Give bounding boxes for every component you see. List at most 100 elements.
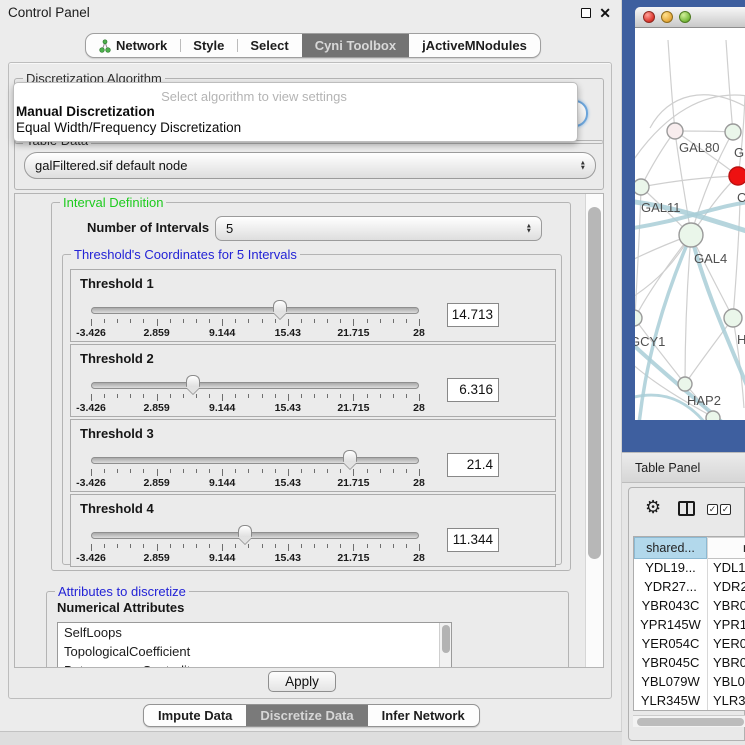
tab-select[interactable]: Select	[237, 34, 301, 57]
network-canvas[interactable]: GAL80G.CGAL11GAL4GCY1HHAP2	[635, 28, 745, 420]
node-label: GAL11	[641, 200, 681, 215]
cell-shared-name: YBL079W	[634, 674, 707, 689]
cell-name: YBR0	[713, 655, 745, 670]
dropdown-option-equal-width-frequency-discretization[interactable]: Equal Width/Frequency Discretization	[16, 120, 241, 135]
node-label: HAP2	[687, 393, 721, 408]
tab-style[interactable]: Style	[180, 34, 237, 57]
threshold-label: Threshold 2	[80, 351, 154, 366]
threshold-value-field[interactable]: 11.344	[447, 528, 499, 552]
network-icon	[99, 39, 111, 53]
slider-track[interactable]	[91, 457, 419, 464]
column-header-shared[interactable]: shared...	[634, 537, 707, 559]
tab-label: Select	[250, 38, 288, 53]
network-edge	[668, 40, 675, 131]
network-node[interactable]	[706, 411, 720, 420]
network-node-gcy1[interactable]	[635, 310, 642, 326]
cell-shared-name: YER054C	[634, 636, 707, 651]
table-panel-title: Table Panel	[635, 461, 700, 475]
slider-track[interactable]	[91, 382, 419, 389]
cell-shared-name: YPR145W	[634, 617, 707, 632]
network-node-h[interactable]	[724, 309, 742, 327]
network-node-gal4[interactable]	[679, 223, 703, 247]
tab-cyni-toolbox[interactable]: Cyni Toolbox	[302, 34, 409, 57]
threshold-value-field[interactable]: 21.4	[447, 453, 499, 477]
numerical-attributes-list[interactable]: SelfLoopsTopologicalCoefficientBetweenne…	[57, 622, 452, 668]
table-row[interactable]: YLR345WYLR3	[634, 693, 745, 711]
slider-thumb[interactable]	[273, 300, 287, 312]
tab-network[interactable]: Network	[86, 34, 180, 57]
cell-name: YER0	[713, 636, 745, 651]
dropdown-option-manual-discretization[interactable]: Manual Discretization	[16, 104, 155, 119]
number-of-intervals-combobox[interactable]: 5 ▲▼	[215, 216, 542, 241]
window-title: Control Panel	[8, 5, 90, 20]
slider-thumb[interactable]	[186, 375, 200, 387]
cell-shared-name: YBR043C	[634, 598, 707, 613]
mac-zoom-icon[interactable]	[679, 11, 691, 23]
network-node-c[interactable]	[729, 167, 745, 185]
bottom-tab-impute-data[interactable]: Impute Data	[144, 705, 246, 726]
threshold-value-field[interactable]: 14.713	[447, 303, 499, 327]
slider-scale-labels: -3.4262.8599.14415.4321.71528	[91, 402, 419, 414]
attribute-item[interactable]: BetweennessCentrality	[58, 661, 451, 668]
table-row[interactable]: YBL079WYBL0	[634, 674, 745, 693]
network-edge	[635, 235, 691, 300]
settings-scrollbar-thumb[interactable]	[588, 207, 601, 559]
network-window-titlebar[interactable]	[635, 7, 745, 28]
float-window-icon[interactable]	[581, 8, 591, 18]
close-icon[interactable]: ✕	[599, 7, 611, 19]
network-node-gal80[interactable]	[667, 123, 683, 139]
network-edge	[641, 131, 675, 187]
tab-label: Network	[116, 38, 167, 53]
threshold-value-field[interactable]: 6.316	[447, 378, 499, 402]
thresholds-group: Threshold's Coordinates for 5 Intervals …	[62, 254, 562, 565]
threshold-panel-4: Threshold 4 -3.4262.8599.14415.4321.71528…	[70, 494, 556, 567]
cell-name: YLR3	[713, 693, 745, 708]
number-of-intervals-value: 5	[226, 221, 233, 236]
bottom-tab-discretize-data[interactable]: Discretize Data	[246, 705, 367, 726]
list-scrollbar-thumb[interactable]	[442, 625, 450, 653]
table-hscrollbar[interactable]	[633, 715, 745, 727]
table-row[interactable]: YDL19...YDL1	[634, 560, 745, 579]
column-header-na[interactable]: na	[708, 537, 745, 559]
mac-close-icon[interactable]	[643, 11, 655, 23]
slider-track[interactable]	[91, 307, 419, 314]
threshold-list: Threshold 1-3.4262.8599.14415.4321.71528…	[63, 255, 561, 564]
attribute-item[interactable]: SelfLoops	[58, 623, 451, 642]
table-row[interactable]: YDR27...YDR2	[634, 579, 745, 598]
slider-thumb[interactable]	[343, 450, 357, 462]
threshold-label: Threshold 3	[80, 426, 154, 441]
checkbox-icon[interactable]: ✓	[707, 504, 718, 515]
bottom-tab-infer-network[interactable]: Infer Network	[368, 705, 479, 726]
stepper-arrows-icon: ▲▼	[580, 160, 586, 171]
slider-ticks	[91, 394, 419, 402]
node-table[interactable]: shared...na YDL19...YDL1YDR27...YDR2YBR0…	[633, 536, 745, 711]
threshold-label: Threshold 4	[80, 501, 154, 516]
list-scrollbar[interactable]	[439, 623, 451, 667]
table-data-combobox[interactable]: galFiltered.sif default node ▲▼	[24, 152, 596, 179]
slider-thumb[interactable]	[238, 525, 252, 537]
network-view-window: GAL80G.CGAL11GAL4GCY1HHAP2	[622, 0, 745, 452]
table-toolbar: ⚙ ✓ ✓	[629, 488, 744, 532]
checkbox-icon[interactable]: ✓	[720, 504, 731, 515]
network-node-g[interactable]	[725, 124, 741, 140]
network-node-hap2[interactable]	[678, 377, 692, 391]
table-row[interactable]: YBR045CYBR0	[634, 655, 745, 674]
network-node-gal11[interactable]	[635, 179, 649, 195]
gear-icon[interactable]: ⚙	[645, 497, 661, 518]
table-hscrollbar-thumb[interactable]	[637, 718, 744, 726]
algorithm-dropdown-popup: Select algorithm to view settings Manual…	[13, 82, 578, 142]
tab-jactivemnodules[interactable]: jActiveMNodules	[409, 34, 540, 57]
slider-ticks	[91, 319, 419, 327]
table-row[interactable]: YER054C YER0	[634, 636, 745, 655]
split-columns-icon[interactable]	[678, 501, 695, 516]
table-row[interactable]: YBR043CYBR0	[634, 598, 745, 617]
apply-button[interactable]: Apply	[268, 671, 336, 692]
table-row[interactable]: YPR145WYPR1	[634, 617, 745, 636]
node-label: G.	[734, 145, 745, 160]
attribute-item[interactable]: TopologicalCoefficient	[58, 642, 451, 661]
settings-scrollbar[interactable]	[585, 194, 603, 667]
slider-scale-labels: -3.4262.8599.14415.4321.71528	[91, 552, 419, 564]
mac-minimize-icon[interactable]	[661, 11, 673, 23]
network-edge	[733, 200, 740, 318]
slider-track[interactable]	[91, 532, 419, 539]
